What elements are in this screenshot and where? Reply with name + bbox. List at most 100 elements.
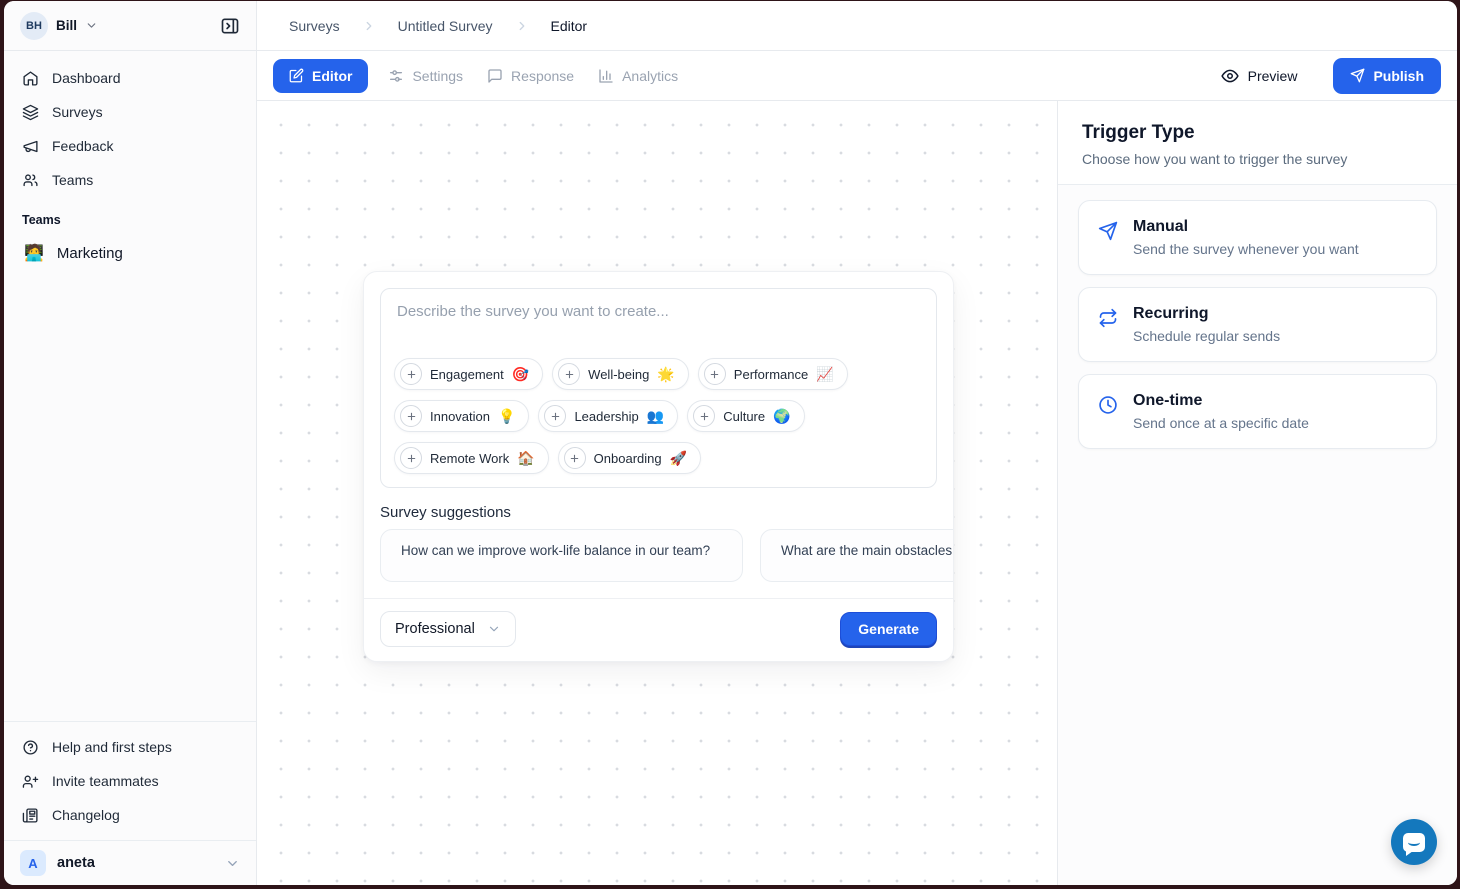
message-icon xyxy=(487,68,503,84)
tab-bar: Editor Settings Response Analytics xyxy=(257,51,1457,101)
chip-culture[interactable]: Culture 🌍 xyxy=(687,400,804,432)
edit-icon xyxy=(289,68,304,83)
sidebar-item-label: Invite teammates xyxy=(52,773,159,789)
workspace-avatar: BH xyxy=(20,12,48,40)
chip-remote-work[interactable]: Remote Work 🏠 xyxy=(394,442,549,474)
option-title: One-time xyxy=(1133,392,1309,410)
trigger-panel-header: Trigger Type Choose how you want to trig… xyxy=(1058,101,1457,185)
repeat-icon xyxy=(1098,308,1118,344)
suggestion-card[interactable]: What are the main obstacles in our daily… xyxy=(760,529,953,582)
sidebar-item-feedback[interactable]: Feedback xyxy=(4,129,256,163)
layers-icon xyxy=(22,104,39,121)
option-title: Recurring xyxy=(1133,305,1280,323)
plus-icon xyxy=(704,363,726,385)
megaphone-icon xyxy=(22,138,39,155)
trigger-type-panel: Trigger Type Choose how you want to trig… xyxy=(1057,101,1457,885)
chip-label: Culture xyxy=(723,409,765,424)
plus-icon xyxy=(400,363,422,385)
changelog-icon xyxy=(22,807,39,824)
sidebar-item-dashboard[interactable]: Dashboard xyxy=(4,61,256,95)
account-name: aneta xyxy=(57,855,214,871)
survey-composer-card: Describe the survey you want to create..… xyxy=(363,271,954,662)
plus-icon xyxy=(558,363,580,385)
chat-launcher-button[interactable] xyxy=(1391,819,1437,865)
chip-leadership[interactable]: Leadership 👥 xyxy=(538,400,678,432)
sidebar-item-label: Dashboard xyxy=(52,70,121,86)
sidebar-nav: Dashboard Surveys Feedback Teams xyxy=(4,51,256,197)
user-plus-icon xyxy=(22,773,39,790)
technologist-emoji-icon: 🧑‍💻 xyxy=(24,243,44,263)
house-emoji-icon: 🏠 xyxy=(517,451,534,465)
chip-label: Innovation xyxy=(430,409,490,424)
chevron-right-icon xyxy=(362,19,376,33)
sidebar-item-label: Surveys xyxy=(52,104,103,120)
chip-well-being[interactable]: Well-being 🌟 xyxy=(552,358,689,390)
plus-icon xyxy=(544,405,566,427)
tab-label: Analytics xyxy=(622,68,678,84)
send-icon xyxy=(1350,68,1365,83)
sidebar-item-label: Changelog xyxy=(52,807,120,823)
tab-analytics[interactable]: Analytics xyxy=(594,60,682,92)
send-icon xyxy=(1098,221,1118,257)
chip-label: Leadership xyxy=(574,409,638,424)
breadcrumb-surveys[interactable]: Surveys xyxy=(289,18,340,34)
sidebar-item-help[interactable]: Help and first steps xyxy=(4,730,256,764)
chat-bubble-icon xyxy=(1403,833,1425,852)
trigger-option-recurring[interactable]: Recurring Schedule regular sends xyxy=(1078,287,1437,362)
plus-icon xyxy=(400,447,422,469)
clock-icon xyxy=(1098,395,1118,431)
sidebar-item-teams[interactable]: Teams xyxy=(4,163,256,197)
panel-collapse-icon xyxy=(220,16,240,36)
help-circle-icon xyxy=(22,739,39,756)
trigger-option-one-time[interactable]: One-time Send once at a specific date xyxy=(1078,374,1437,449)
bar-chart-icon xyxy=(598,68,614,84)
option-title: Manual xyxy=(1133,218,1359,236)
suggestion-card[interactable]: How can we improve work-life balance in … xyxy=(380,529,743,582)
sidebar-item-surveys[interactable]: Surveys xyxy=(4,95,256,129)
chip-innovation[interactable]: Innovation 💡 xyxy=(394,400,529,432)
tab-label: Settings xyxy=(412,68,463,84)
tab-editor[interactable]: Editor xyxy=(273,59,368,93)
workspace-name: Bill xyxy=(56,18,77,33)
suggestions-row: How can we improve work-life balance in … xyxy=(380,529,953,584)
account-menu[interactable]: A aneta xyxy=(4,840,256,885)
sliders-icon xyxy=(388,68,404,84)
lightbulb-emoji-icon: 💡 xyxy=(498,409,515,423)
chip-onboarding[interactable]: Onboarding 🚀 xyxy=(558,442,701,474)
sidebar-footer: Help and first steps Invite teammates Ch… xyxy=(4,721,256,840)
chip-performance[interactable]: Performance 📈 xyxy=(698,358,848,390)
sidebar-item-invite[interactable]: Invite teammates xyxy=(4,764,256,798)
tab-label: Editor xyxy=(312,68,352,84)
breadcrumb-editor: Editor xyxy=(551,18,588,34)
chevron-down-icon xyxy=(487,622,501,636)
chip-label: Engagement xyxy=(430,367,504,382)
breadcrumb-untitled-survey[interactable]: Untitled Survey xyxy=(398,18,493,34)
sidebar-item-label: Help and first steps xyxy=(52,739,172,755)
trigger-option-manual[interactable]: Manual Send the survey whenever you want xyxy=(1078,200,1437,275)
sidebar-collapse-button[interactable] xyxy=(214,10,246,42)
survey-prompt-input[interactable]: Describe the survey you want to create..… xyxy=(380,288,937,488)
star-emoji-icon: 🌟 xyxy=(657,367,674,381)
sidebar: BH Bill Dashboard xyxy=(4,1,257,885)
tone-select[interactable]: Professional xyxy=(380,611,516,647)
preview-button[interactable]: Preview xyxy=(1221,67,1298,85)
workspace-switcher[interactable]: BH Bill xyxy=(4,1,256,51)
sidebar-item-changelog[interactable]: Changelog xyxy=(4,798,256,832)
chip-engagement[interactable]: Engagement 🎯 xyxy=(394,358,543,390)
team-name: Marketing xyxy=(57,245,123,262)
chip-label: Onboarding xyxy=(594,451,662,466)
tab-response[interactable]: Response xyxy=(483,60,578,92)
preview-label: Preview xyxy=(1248,68,1298,84)
tab-settings[interactable]: Settings xyxy=(384,60,467,92)
chevron-down-icon xyxy=(85,19,98,32)
sidebar-item-team-marketing[interactable]: 🧑‍💻 Marketing xyxy=(4,235,256,271)
target-emoji-icon: 🎯 xyxy=(512,367,529,381)
plus-icon xyxy=(400,405,422,427)
generate-button[interactable]: Generate xyxy=(840,612,937,646)
breadcrumb: Surveys Untitled Survey Editor xyxy=(257,1,1457,51)
editor-canvas[interactable]: Describe the survey you want to create..… xyxy=(257,101,1057,885)
app-window: BH Bill Dashboard xyxy=(4,1,1457,885)
sidebar-item-label: Teams xyxy=(52,172,93,188)
people-emoji-icon: 👥 xyxy=(647,409,664,423)
publish-button[interactable]: Publish xyxy=(1333,58,1441,94)
